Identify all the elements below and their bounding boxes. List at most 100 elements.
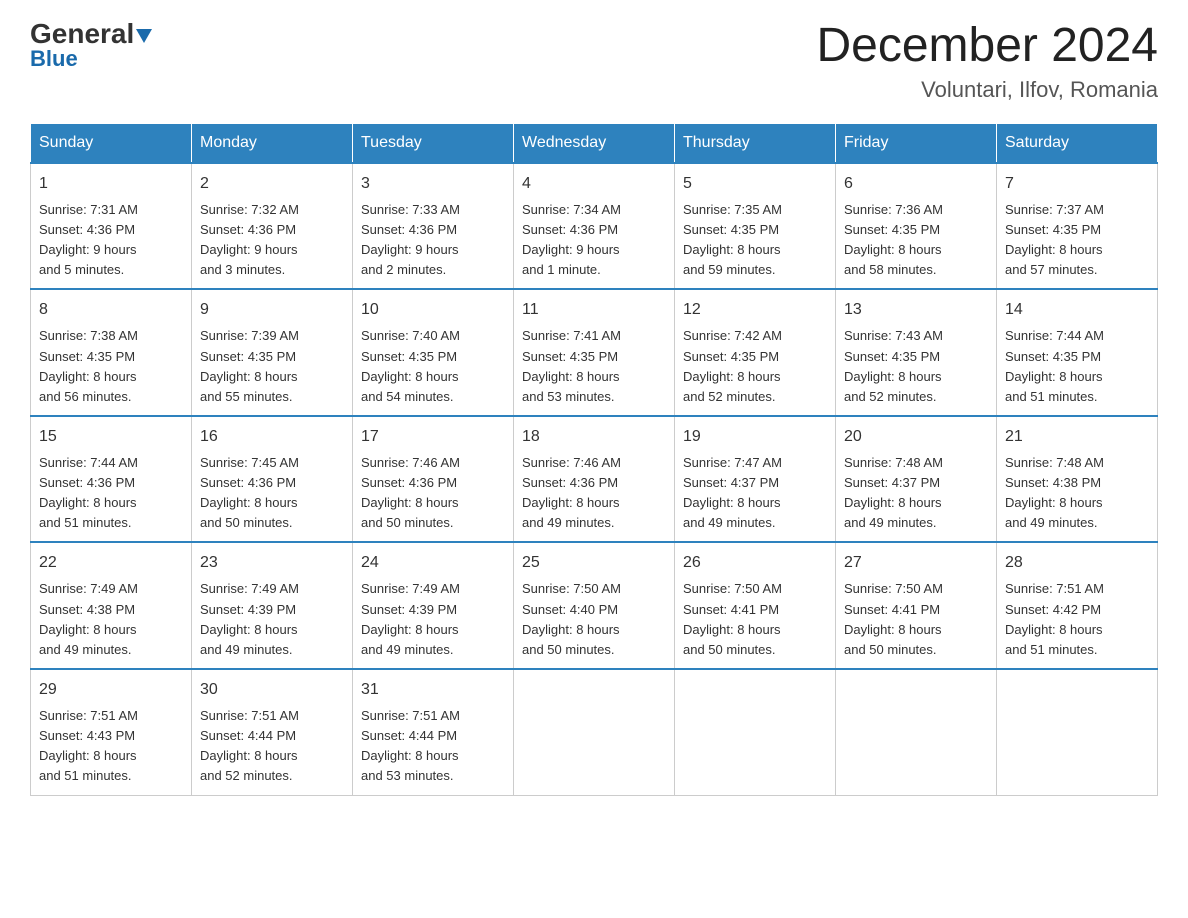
day-cell bbox=[675, 669, 836, 795]
logo-blue-text: Blue bbox=[30, 48, 78, 70]
month-year-title: December 2024 bbox=[816, 20, 1158, 73]
day-info: Sunrise: 7:43 AMSunset: 4:35 PMDaylight:… bbox=[844, 326, 988, 407]
day-info: Sunrise: 7:44 AMSunset: 4:36 PMDaylight:… bbox=[39, 453, 183, 534]
day-number: 2 bbox=[200, 172, 344, 196]
day-number: 26 bbox=[683, 551, 827, 575]
day-info: Sunrise: 7:50 AMSunset: 4:40 PMDaylight:… bbox=[522, 579, 666, 660]
day-number: 25 bbox=[522, 551, 666, 575]
day-info: Sunrise: 7:51 AMSunset: 4:44 PMDaylight:… bbox=[200, 706, 344, 787]
day-number: 28 bbox=[1005, 551, 1149, 575]
day-info: Sunrise: 7:48 AMSunset: 4:37 PMDaylight:… bbox=[844, 453, 988, 534]
day-info: Sunrise: 7:45 AMSunset: 4:36 PMDaylight:… bbox=[200, 453, 344, 534]
week-row-2: 8 Sunrise: 7:38 AMSunset: 4:35 PMDayligh… bbox=[31, 289, 1158, 416]
week-row-1: 1 Sunrise: 7:31 AMSunset: 4:36 PMDayligh… bbox=[31, 163, 1158, 290]
day-cell: 25 Sunrise: 7:50 AMSunset: 4:40 PMDaylig… bbox=[514, 542, 675, 669]
day-cell: 29 Sunrise: 7:51 AMSunset: 4:43 PMDaylig… bbox=[31, 669, 192, 795]
calendar-body: 1 Sunrise: 7:31 AMSunset: 4:36 PMDayligh… bbox=[31, 163, 1158, 795]
day-cell: 26 Sunrise: 7:50 AMSunset: 4:41 PMDaylig… bbox=[675, 542, 836, 669]
day-info: Sunrise: 7:40 AMSunset: 4:35 PMDaylight:… bbox=[361, 326, 505, 407]
day-number: 31 bbox=[361, 678, 505, 702]
col-thursday: Thursday bbox=[675, 123, 836, 163]
day-cell: 12 Sunrise: 7:42 AMSunset: 4:35 PMDaylig… bbox=[675, 289, 836, 416]
page-header: General Blue December 2024 Voluntari, Il… bbox=[30, 20, 1158, 103]
col-friday: Friday bbox=[836, 123, 997, 163]
day-number: 11 bbox=[522, 298, 666, 322]
day-number: 29 bbox=[39, 678, 183, 702]
day-cell: 3 Sunrise: 7:33 AMSunset: 4:36 PMDayligh… bbox=[353, 163, 514, 290]
col-wednesday: Wednesday bbox=[514, 123, 675, 163]
day-number: 17 bbox=[361, 425, 505, 449]
day-info: Sunrise: 7:37 AMSunset: 4:35 PMDaylight:… bbox=[1005, 200, 1149, 281]
day-number: 6 bbox=[844, 172, 988, 196]
day-info: Sunrise: 7:49 AMSunset: 4:39 PMDaylight:… bbox=[361, 579, 505, 660]
day-cell: 6 Sunrise: 7:36 AMSunset: 4:35 PMDayligh… bbox=[836, 163, 997, 290]
week-row-4: 22 Sunrise: 7:49 AMSunset: 4:38 PMDaylig… bbox=[31, 542, 1158, 669]
day-cell: 10 Sunrise: 7:40 AMSunset: 4:35 PMDaylig… bbox=[353, 289, 514, 416]
day-cell bbox=[997, 669, 1158, 795]
day-number: 4 bbox=[522, 172, 666, 196]
col-monday: Monday bbox=[192, 123, 353, 163]
day-cell: 14 Sunrise: 7:44 AMSunset: 4:35 PMDaylig… bbox=[997, 289, 1158, 416]
day-number: 7 bbox=[1005, 172, 1149, 196]
day-info: Sunrise: 7:36 AMSunset: 4:35 PMDaylight:… bbox=[844, 200, 988, 281]
day-number: 21 bbox=[1005, 425, 1149, 449]
day-cell: 21 Sunrise: 7:48 AMSunset: 4:38 PMDaylig… bbox=[997, 416, 1158, 543]
day-cell: 30 Sunrise: 7:51 AMSunset: 4:44 PMDaylig… bbox=[192, 669, 353, 795]
day-cell bbox=[514, 669, 675, 795]
day-info: Sunrise: 7:50 AMSunset: 4:41 PMDaylight:… bbox=[683, 579, 827, 660]
day-cell: 9 Sunrise: 7:39 AMSunset: 4:35 PMDayligh… bbox=[192, 289, 353, 416]
day-cell: 23 Sunrise: 7:49 AMSunset: 4:39 PMDaylig… bbox=[192, 542, 353, 669]
day-number: 14 bbox=[1005, 298, 1149, 322]
location-subtitle: Voluntari, Ilfov, Romania bbox=[816, 77, 1158, 103]
day-number: 20 bbox=[844, 425, 988, 449]
day-number: 12 bbox=[683, 298, 827, 322]
day-number: 18 bbox=[522, 425, 666, 449]
day-number: 30 bbox=[200, 678, 344, 702]
day-info: Sunrise: 7:32 AMSunset: 4:36 PMDaylight:… bbox=[200, 200, 344, 281]
day-number: 1 bbox=[39, 172, 183, 196]
day-number: 22 bbox=[39, 551, 183, 575]
calendar-header: Sunday Monday Tuesday Wednesday Thursday… bbox=[31, 123, 1158, 163]
day-number: 19 bbox=[683, 425, 827, 449]
day-cell: 7 Sunrise: 7:37 AMSunset: 4:35 PMDayligh… bbox=[997, 163, 1158, 290]
day-cell: 18 Sunrise: 7:46 AMSunset: 4:36 PMDaylig… bbox=[514, 416, 675, 543]
day-cell: 24 Sunrise: 7:49 AMSunset: 4:39 PMDaylig… bbox=[353, 542, 514, 669]
day-cell: 17 Sunrise: 7:46 AMSunset: 4:36 PMDaylig… bbox=[353, 416, 514, 543]
logo-triangle-icon bbox=[136, 29, 152, 43]
day-number: 5 bbox=[683, 172, 827, 196]
day-info: Sunrise: 7:33 AMSunset: 4:36 PMDaylight:… bbox=[361, 200, 505, 281]
day-cell: 4 Sunrise: 7:34 AMSunset: 4:36 PMDayligh… bbox=[514, 163, 675, 290]
day-number: 10 bbox=[361, 298, 505, 322]
day-info: Sunrise: 7:51 AMSunset: 4:44 PMDaylight:… bbox=[361, 706, 505, 787]
logo-general-text: General bbox=[30, 20, 152, 48]
day-cell: 20 Sunrise: 7:48 AMSunset: 4:37 PMDaylig… bbox=[836, 416, 997, 543]
day-info: Sunrise: 7:42 AMSunset: 4:35 PMDaylight:… bbox=[683, 326, 827, 407]
week-row-5: 29 Sunrise: 7:51 AMSunset: 4:43 PMDaylig… bbox=[31, 669, 1158, 795]
day-info: Sunrise: 7:38 AMSunset: 4:35 PMDaylight:… bbox=[39, 326, 183, 407]
day-info: Sunrise: 7:35 AMSunset: 4:35 PMDaylight:… bbox=[683, 200, 827, 281]
day-cell: 8 Sunrise: 7:38 AMSunset: 4:35 PMDayligh… bbox=[31, 289, 192, 416]
header-row: Sunday Monday Tuesday Wednesday Thursday… bbox=[31, 123, 1158, 163]
day-cell: 5 Sunrise: 7:35 AMSunset: 4:35 PMDayligh… bbox=[675, 163, 836, 290]
day-info: Sunrise: 7:31 AMSunset: 4:36 PMDaylight:… bbox=[39, 200, 183, 281]
day-number: 8 bbox=[39, 298, 183, 322]
day-info: Sunrise: 7:34 AMSunset: 4:36 PMDaylight:… bbox=[522, 200, 666, 281]
day-cell: 31 Sunrise: 7:51 AMSunset: 4:44 PMDaylig… bbox=[353, 669, 514, 795]
day-info: Sunrise: 7:39 AMSunset: 4:35 PMDaylight:… bbox=[200, 326, 344, 407]
day-cell: 19 Sunrise: 7:47 AMSunset: 4:37 PMDaylig… bbox=[675, 416, 836, 543]
col-saturday: Saturday bbox=[997, 123, 1158, 163]
day-info: Sunrise: 7:47 AMSunset: 4:37 PMDaylight:… bbox=[683, 453, 827, 534]
day-number: 9 bbox=[200, 298, 344, 322]
logo: General Blue bbox=[30, 20, 152, 70]
day-number: 23 bbox=[200, 551, 344, 575]
title-block: December 2024 Voluntari, Ilfov, Romania bbox=[816, 20, 1158, 103]
day-info: Sunrise: 7:51 AMSunset: 4:43 PMDaylight:… bbox=[39, 706, 183, 787]
day-number: 13 bbox=[844, 298, 988, 322]
day-cell: 15 Sunrise: 7:44 AMSunset: 4:36 PMDaylig… bbox=[31, 416, 192, 543]
day-cell: 22 Sunrise: 7:49 AMSunset: 4:38 PMDaylig… bbox=[31, 542, 192, 669]
day-cell: 16 Sunrise: 7:45 AMSunset: 4:36 PMDaylig… bbox=[192, 416, 353, 543]
day-cell: 11 Sunrise: 7:41 AMSunset: 4:35 PMDaylig… bbox=[514, 289, 675, 416]
day-cell: 2 Sunrise: 7:32 AMSunset: 4:36 PMDayligh… bbox=[192, 163, 353, 290]
col-tuesday: Tuesday bbox=[353, 123, 514, 163]
day-info: Sunrise: 7:46 AMSunset: 4:36 PMDaylight:… bbox=[522, 453, 666, 534]
